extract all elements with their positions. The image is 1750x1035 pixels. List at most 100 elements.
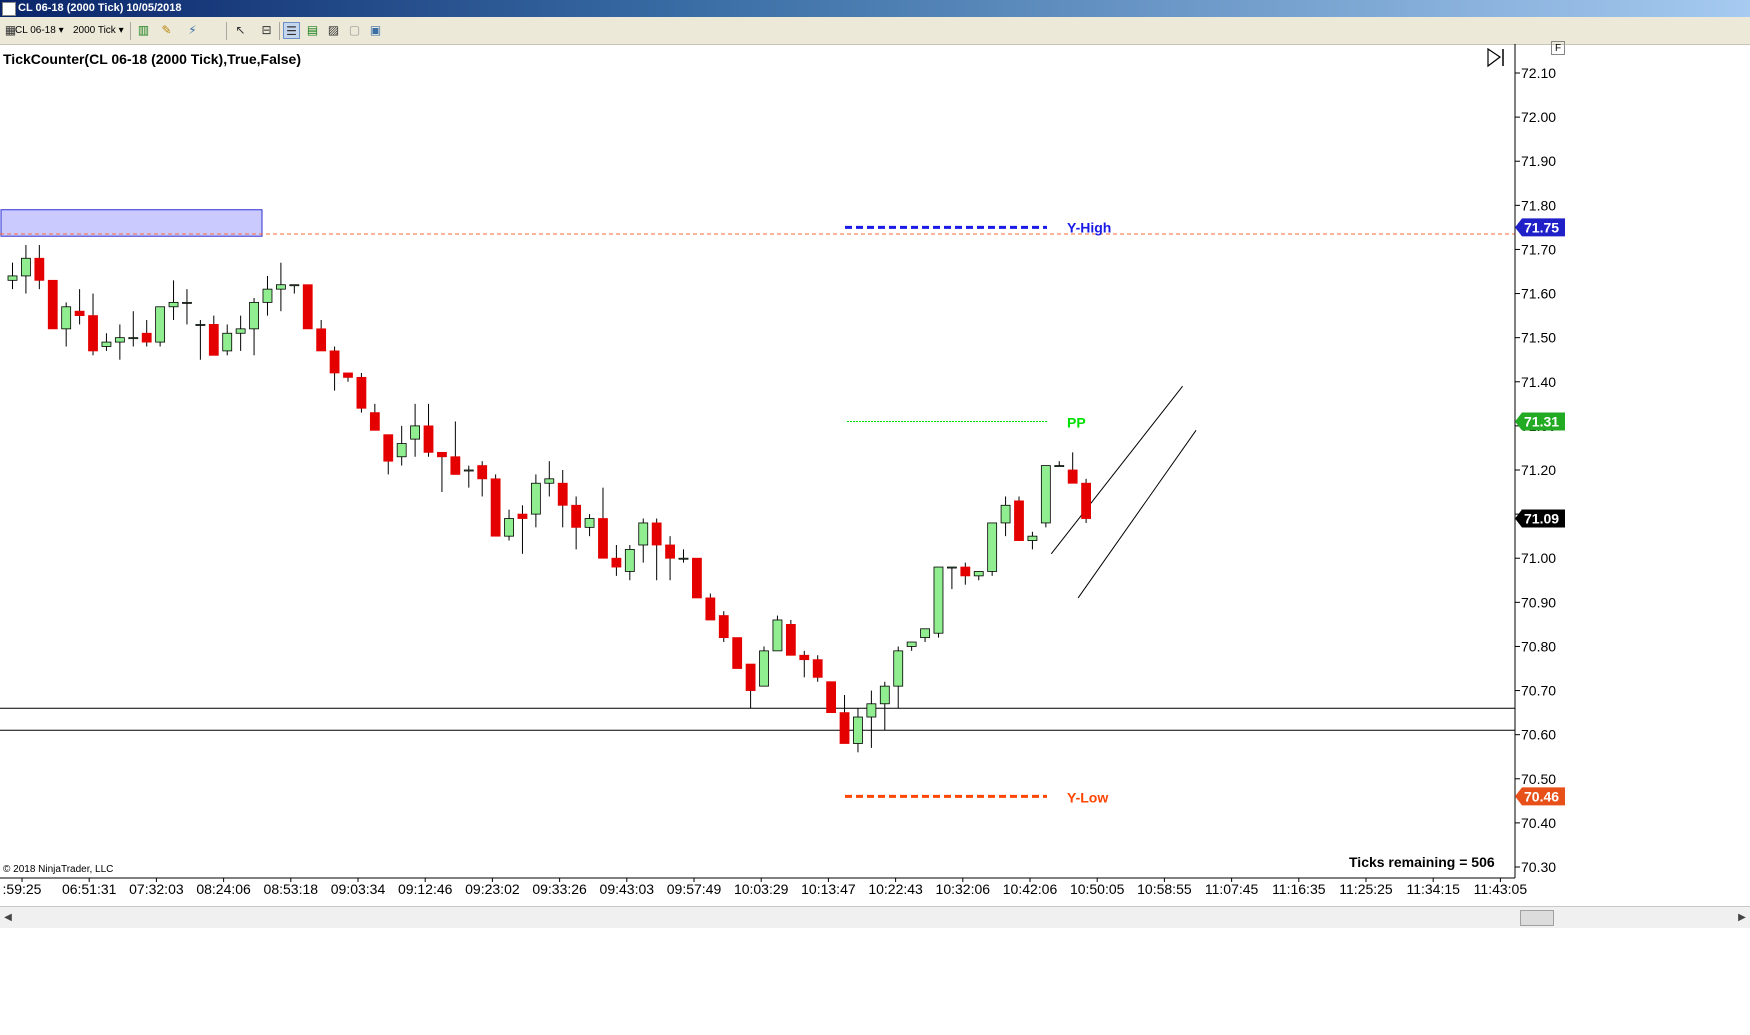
candle-body xyxy=(235,328,246,334)
candle xyxy=(1040,465,1051,528)
candle xyxy=(530,474,541,528)
price-tick-label: 71.60 xyxy=(1521,286,1556,302)
candle-body xyxy=(249,301,259,330)
candle xyxy=(302,284,313,330)
candle-body xyxy=(490,478,501,537)
candle xyxy=(544,461,555,497)
scroll-thumb[interactable] xyxy=(1520,910,1554,926)
candle xyxy=(987,522,998,576)
candle-body xyxy=(74,310,85,317)
candle-body xyxy=(947,566,957,569)
candle-body xyxy=(718,615,729,639)
candle xyxy=(947,566,957,590)
price-tick-label: 70.60 xyxy=(1521,727,1556,743)
candle-body xyxy=(611,557,622,568)
candle-body xyxy=(289,284,300,287)
candle xyxy=(249,297,259,356)
candle-body xyxy=(705,597,716,621)
y-low-badge-text: 70.46 xyxy=(1524,788,1559,804)
indicator-label: TickCounter(CL 06-18 (2000 Tick),True,Fa… xyxy=(3,51,302,67)
candle-body xyxy=(692,557,702,599)
candle xyxy=(450,421,461,475)
price-tick-label: 70.50 xyxy=(1521,771,1556,787)
price-tick-label: 72.10 xyxy=(1521,65,1556,81)
candle xyxy=(1027,531,1038,550)
candle-body xyxy=(893,650,904,687)
time-tick-label: 10:42:06 xyxy=(1003,881,1058,897)
candle xyxy=(517,505,528,554)
candle-body xyxy=(222,332,233,352)
candle xyxy=(235,315,246,351)
candle-body xyxy=(383,434,394,462)
candle-body xyxy=(544,478,555,484)
candle-body xyxy=(168,301,179,308)
time-tick-label: 11:43:05 xyxy=(1474,881,1528,897)
price-tick-label: 71.50 xyxy=(1521,330,1556,346)
candle xyxy=(222,324,233,356)
candle-body xyxy=(973,571,984,577)
candle xyxy=(74,289,85,325)
candle-body xyxy=(262,288,273,303)
candle xyxy=(182,289,192,325)
pivot-badge-text: 71.31 xyxy=(1524,413,1559,429)
candle xyxy=(504,509,514,541)
candle-body xyxy=(34,257,45,281)
price-tick-label: 70.40 xyxy=(1521,815,1556,831)
corner-button[interactable]: F xyxy=(1551,41,1565,55)
candle xyxy=(598,487,608,559)
time-tick-label: 11:07:45 xyxy=(1205,881,1259,897)
candle xyxy=(128,311,139,347)
candle xyxy=(826,681,837,714)
price-tick-label: 71.20 xyxy=(1521,462,1556,478)
blank-area xyxy=(0,928,1750,1035)
candle-body xyxy=(772,619,783,652)
candle xyxy=(839,694,850,744)
price-tick-label: 70.70 xyxy=(1521,683,1556,699)
price-tick-label: 72.00 xyxy=(1521,109,1556,125)
candle xyxy=(718,611,729,643)
candle-body xyxy=(396,443,407,458)
candle xyxy=(933,566,944,638)
candle-body xyxy=(920,628,930,639)
candle-body xyxy=(101,341,112,347)
candle-body xyxy=(1027,535,1038,541)
candle xyxy=(316,320,327,352)
candle-body xyxy=(21,257,31,277)
candle-body xyxy=(745,663,756,691)
copyright-text: © 2018 NinjaTrader, LLC xyxy=(3,864,114,875)
scroll-left-icon[interactable]: ◀ xyxy=(0,909,16,927)
time-tick-label: 09:03:34 xyxy=(331,881,386,897)
time-tick-label: :59:25 xyxy=(3,881,42,897)
candle xyxy=(879,681,890,731)
candle-body xyxy=(799,654,810,661)
candle xyxy=(920,628,930,643)
price-tick-label: 71.00 xyxy=(1521,550,1556,566)
y-high-badge-text: 71.75 xyxy=(1524,219,1559,235)
candle-body xyxy=(275,284,286,290)
candle xyxy=(624,544,635,581)
candle xyxy=(584,514,595,537)
candle xyxy=(423,403,434,457)
time-tick-label: 09:43:03 xyxy=(600,881,655,897)
scroll-right-icon[interactable]: ▶ xyxy=(1734,909,1750,927)
candle xyxy=(745,663,756,709)
ticks-remaining: Ticks remaining = 506 xyxy=(1349,854,1495,870)
horizontal-scrollbar[interactable]: ◀ ▶ xyxy=(0,906,1750,929)
price-chart[interactable]: Y-High PP Y-Low 72.10 72.00 71.90 71.80 71.70 7… xyxy=(0,0,1750,906)
candle-body xyxy=(624,549,635,572)
candle xyxy=(88,293,98,356)
candle-body xyxy=(759,650,769,687)
candle xyxy=(477,461,488,497)
candle-body xyxy=(584,518,595,528)
candle-body xyxy=(987,522,998,572)
time-tick-label: 09:23:02 xyxy=(465,881,520,897)
candle xyxy=(705,593,716,621)
candle xyxy=(611,544,622,576)
candle-body xyxy=(1000,504,1011,524)
candle-body xyxy=(1067,469,1078,484)
candle xyxy=(1054,461,1065,467)
candle xyxy=(369,403,380,431)
candle xyxy=(1067,452,1078,484)
price-tick-label: 71.40 xyxy=(1521,374,1556,390)
candle-body xyxy=(195,324,206,326)
